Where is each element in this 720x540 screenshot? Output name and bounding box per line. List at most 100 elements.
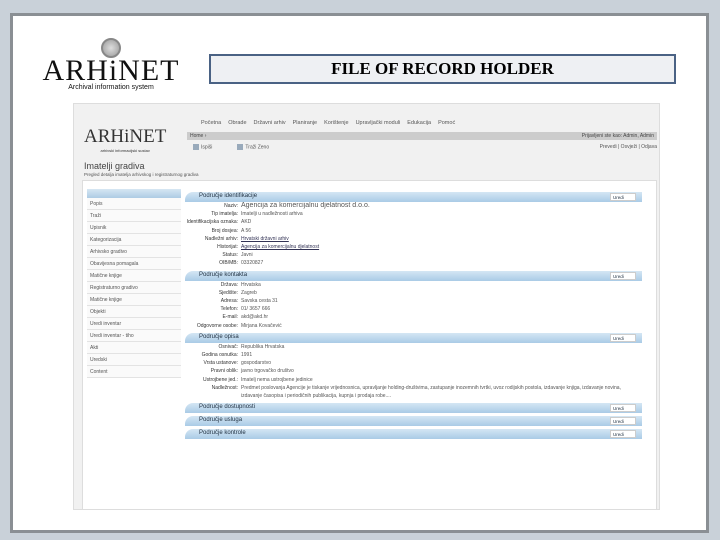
field-row: Historijat: Agencija za komercijalnu djel… <box>185 243 642 251</box>
edit-button[interactable]: Uredi <box>610 193 636 201</box>
field-row: Ustrojbene jed.: Imatelj nema ustrojbene … <box>185 376 642 384</box>
sidebar-item[interactable]: Obavijesna pomagala <box>87 258 181 270</box>
section-header[interactable]: Područje usluga Uredi <box>185 416 642 427</box>
field-value[interactable]: Agencija za komercijalnu djelatnost <box>241 243 642 251</box>
field-label: Adresa: <box>220 298 238 305</box>
field-label: Status: <box>222 252 238 259</box>
section-title: Područje opisa <box>199 333 239 340</box>
edit-button[interactable]: Uredi <box>610 417 636 426</box>
nav-item[interactable]: Početna <box>201 120 221 126</box>
edit-button[interactable]: Uredi <box>610 430 636 439</box>
sidebar-item[interactable]: Uredi inventar - tiho <box>87 330 181 342</box>
section-title: Područje dostupnosti <box>199 404 256 411</box>
field-row: E-mail: akd@akd.hr <box>185 313 642 321</box>
edit-button[interactable]: Uredi <box>610 333 636 342</box>
app-logo: ARHiNET arhivski informacijski sustav <box>84 126 167 153</box>
sidebar-item[interactable]: Popis <box>87 198 181 210</box>
field-row: Pravni oblik: javno trgovačko društvo <box>185 367 642 375</box>
field-value: Javni <box>241 252 253 259</box>
field-row: Adresa: Savska cesta 31 <box>185 297 642 305</box>
page-title: Imatelji gradiva <box>84 161 145 171</box>
field-label: Telefon: <box>220 306 238 313</box>
edit-button[interactable]: Uredi <box>610 271 636 280</box>
toolbar: Ispiši Traži Zeno Prevedi | Osvježi | Od… <box>187 144 657 154</box>
field-label: Sjedište: <box>218 289 238 296</box>
sidebar-header <box>87 189 181 198</box>
section-header[interactable]: Područje dostupnosti Uredi <box>185 403 642 414</box>
field-label: Naziv: <box>224 203 238 209</box>
field-label: Država: <box>220 281 238 288</box>
field-value: Hrvatska <box>241 281 261 288</box>
nav-item[interactable]: Upravljački moduli <box>356 120 401 126</box>
field-row: Telefon: 01/ 3657 666 <box>185 305 642 313</box>
section-header[interactable]: Područje kontrole Uredi <box>185 429 642 440</box>
section-title: Područje kontrole <box>199 430 246 437</box>
field-row: Nadležni arhiv: Hrvatski državni arhiv <box>185 235 642 243</box>
nav-item[interactable]: Edukacija <box>407 120 431 126</box>
field-value: gospodarstvo <box>241 360 272 367</box>
field-row: Identifikacijska oznaka: AKD <box>185 218 642 226</box>
breadcrumb-bar: Home › Prijavljeni ste kao: Admin, Admin <box>187 132 657 140</box>
field-label: Identifikacijska oznaka: <box>186 219 238 226</box>
sidebar-item[interactable]: Objekti <box>87 306 181 318</box>
toolbar-right-links[interactable]: Prevedi | Osvježi | Odjava <box>600 144 657 154</box>
nav-item[interactable]: Pomoć <box>438 120 455 126</box>
nav-item[interactable]: Korištenje <box>324 120 348 126</box>
main-panel: Popis Traži Upisnik Kategorizacija Arhivsko … <box>82 180 657 509</box>
app-screenshot: ARHiNET arhivski informacijski sustav Poč… <box>73 103 660 510</box>
section-header[interactable]: Područje opisa Uredi <box>185 332 642 343</box>
field-value: A 56 <box>241 227 252 234</box>
field-value: Agencija za komercijalnu djelatnost d.o.… <box>241 202 370 209</box>
section-title: Područje usluga <box>199 417 243 424</box>
field-label: Odgovorne osobe: <box>196 322 238 329</box>
edit-button[interactable]: Uredi <box>610 404 636 413</box>
field-value: Zagreb <box>241 289 257 296</box>
field-row: Država: Hrvatska <box>185 281 642 289</box>
sidebar-item[interactable]: Matične knjige <box>87 294 181 306</box>
field-row: Tip imatelja: Imatelji u nadležnosti arhi… <box>185 210 642 218</box>
sidebar-item[interactable]: Uredski <box>87 354 181 366</box>
nav-item[interactable]: Planiranje <box>293 120 317 126</box>
print-button[interactable]: Ispiši <box>193 144 212 154</box>
sidebar-item[interactable]: Arhivsko gradivo <box>87 246 181 258</box>
field-label: Godina osnutka: <box>201 352 238 359</box>
print-icon <box>193 144 199 150</box>
field-value[interactable]: Hrvatski državni arhiv <box>241 235 642 243</box>
sidebar-item[interactable]: Registraturno gradivo <box>87 282 181 294</box>
field-value: akd@akd.hr <box>241 314 269 321</box>
field-row: Sjedište: Zagreb <box>185 289 642 297</box>
field-value: 01/ 3657 666 <box>241 306 271 313</box>
page-subtitle: Pregled detalja imatelja arhivskog i reg… <box>84 172 199 177</box>
sidebar-item[interactable]: Traži <box>87 210 181 222</box>
search-icon <box>237 144 244 150</box>
section-header[interactable]: Područje kontakta Uredi <box>185 270 642 281</box>
main-nav: Početna Obrade Državni arhiv Planiranje Kori… <box>201 120 455 126</box>
field-value: Imatelj nema ustrojbene jedinice <box>241 376 313 383</box>
field-label: Broj dosjea: <box>211 227 238 234</box>
nav-item[interactable]: Državni arhiv <box>254 120 286 126</box>
field-row: Godina osnutka: 1991 <box>185 351 642 359</box>
sidebar-item[interactable]: Upisnik <box>87 222 181 234</box>
search-zeno-button[interactable]: Traži Zeno <box>237 144 269 154</box>
sidebar-item[interactable]: Kategorizacija <box>87 234 181 246</box>
section-header[interactable]: Područje identifikacije Uredi <box>185 192 642 202</box>
user-info: Prijavljeni ste kao: Admin, Admin <box>581 133 654 139</box>
sidebar-item[interactable]: Matične knjige <box>87 270 181 282</box>
nav-item[interactable]: Obrade <box>228 120 246 126</box>
field-value: Imatelji u nadležnosti arhiva <box>241 211 303 218</box>
field-row: Osnivač: Republika Hrvatska <box>185 343 642 351</box>
field-value: javno trgovačko društvo <box>241 368 294 375</box>
sidebar-item[interactable]: Uredi inventar <box>87 318 181 330</box>
breadcrumb[interactable]: Home › <box>190 133 206 139</box>
field-row: Nadležnost: Predmet poslovanja Agencije j… <box>185 384 642 400</box>
field-row: Vrsta ustanove: gospodarstvo <box>185 359 642 367</box>
logo-text: ARHiNET <box>42 54 180 87</box>
field-label: Historijat: <box>217 244 238 251</box>
sidebar-item[interactable]: Akti <box>87 342 181 354</box>
detail-content: Područje identifikacije Uredi Naziv: Agenci… <box>185 189 642 440</box>
sidebar-item[interactable]: Content <box>87 366 181 378</box>
field-row: Broj dosjea: A 56 <box>185 227 642 235</box>
slide-title: FILE OF RECORD HOLDER <box>209 54 676 84</box>
sidebar: Popis Traži Upisnik Kategorizacija Arhivsko … <box>87 189 181 378</box>
field-value: AKD <box>241 219 252 226</box>
